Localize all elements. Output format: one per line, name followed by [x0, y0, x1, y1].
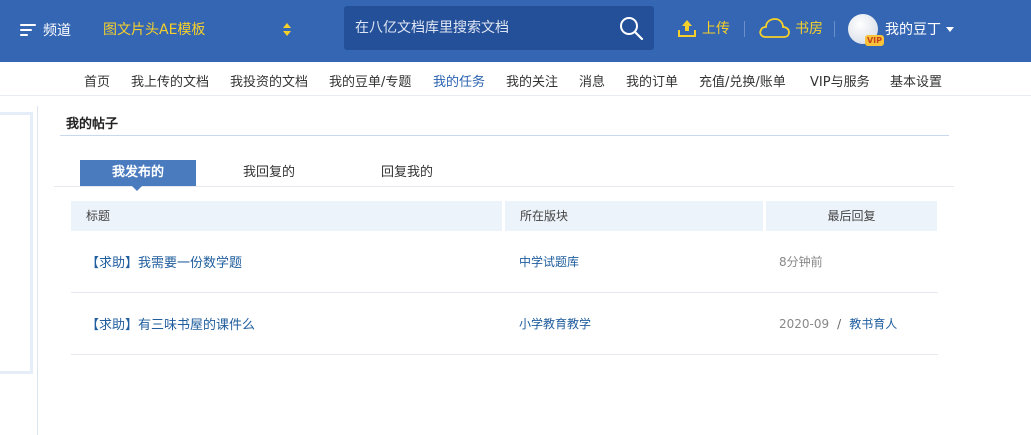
- user-label: 我的豆丁: [885, 22, 941, 38]
- column-header-board: 所在版块: [505, 201, 763, 231]
- nav-messages[interactable]: 消息: [579, 71, 605, 90]
- nav-vip-services[interactable]: VIP与服务: [810, 71, 870, 90]
- nav-home[interactable]: 首页: [84, 71, 110, 90]
- nav-my-orders[interactable]: 我的订单: [626, 71, 678, 90]
- reply-separator: /: [837, 317, 842, 331]
- last-reply-time: 2020-09: [779, 317, 830, 331]
- header-divider: [744, 21, 745, 37]
- table-row: 【求助】有三味书屋的课件么 小学教育教学 2020-09 / 教书育人: [71, 293, 938, 355]
- nav-my-investments[interactable]: 我投资的文档: [230, 71, 308, 90]
- sort-arrows-icon[interactable]: [282, 22, 292, 38]
- user-menu[interactable]: VIP 我的豆丁: [848, 13, 954, 46]
- tab-replies-to-me[interactable]: 回复我的: [352, 160, 462, 186]
- header-divider: [834, 21, 835, 37]
- search-input[interactable]: [344, 6, 609, 50]
- board-link[interactable]: 小学教育教学: [519, 315, 591, 332]
- board-link[interactable]: 中学试题库: [519, 253, 579, 270]
- upload-label: 上传: [702, 21, 730, 37]
- column-header-last-reply: 最后回复: [766, 201, 937, 231]
- nav-my-tasks[interactable]: 我的任务: [433, 71, 485, 90]
- left-sidebar: [0, 106, 38, 435]
- column-header-title: 标题: [71, 201, 502, 231]
- nav-my-uploads[interactable]: 我上传的文档: [131, 71, 209, 90]
- bookroom-button[interactable]: 书房: [758, 16, 823, 40]
- table-row: 【求助】我需要一份数学题 中学试题库 8分钟前: [71, 231, 938, 293]
- post-tabs: 我发布的 我回复的 回复我的: [54, 160, 954, 191]
- nav-my-lists[interactable]: 我的豆单/专题: [329, 71, 411, 90]
- cloud-icon: [759, 18, 790, 38]
- page-title: 我的帖子: [66, 117, 119, 132]
- post-title-link[interactable]: 【求助】我需要一份数学题: [86, 252, 242, 271]
- reply-user-link[interactable]: 教书育人: [849, 317, 897, 331]
- bookroom-label: 书房: [795, 21, 823, 37]
- vip-badge: VIP: [864, 35, 884, 46]
- last-reply: 8分钟前: [779, 253, 823, 270]
- chevron-down-icon: [946, 26, 954, 32]
- nav-my-follows[interactable]: 我的关注: [506, 71, 558, 90]
- upload-icon: [678, 20, 696, 37]
- search-icon[interactable]: [618, 15, 644, 41]
- menu-icon: [20, 24, 36, 36]
- sub-navigation: 首页 我上传的文档 我投资的文档 我的豆单/专题 我的任务 我的关注 消息 我的…: [0, 62, 1031, 96]
- channel-menu[interactable]: 频道: [20, 18, 71, 42]
- title-divider: [60, 135, 949, 136]
- tab-my-replies[interactable]: 我回复的: [214, 160, 324, 186]
- post-title-link[interactable]: 【求助】有三味书屋的课件么: [86, 314, 255, 333]
- table-header: 标题 所在版块 最后回复: [71, 201, 937, 231]
- nav-recharge[interactable]: 充值/兑换/账单: [699, 71, 786, 90]
- sidebar-box: [0, 112, 33, 374]
- channel-label: 频道: [43, 23, 71, 39]
- tab-my-posts[interactable]: 我发布的: [80, 160, 196, 191]
- upload-button[interactable]: 上传: [677, 16, 730, 40]
- top-header: 频道 图文片头AE模板 上传 书房 VIP 我的豆丁: [0, 0, 1031, 62]
- last-reply-time: 8分钟前: [779, 255, 823, 269]
- avatar: VIP: [848, 14, 884, 46]
- search-box: [344, 6, 654, 50]
- last-reply: 2020-09 / 教书育人: [779, 315, 897, 332]
- category-selector[interactable]: 图文片头AE模板: [103, 18, 205, 42]
- nav-settings[interactable]: 基本设置: [890, 71, 942, 90]
